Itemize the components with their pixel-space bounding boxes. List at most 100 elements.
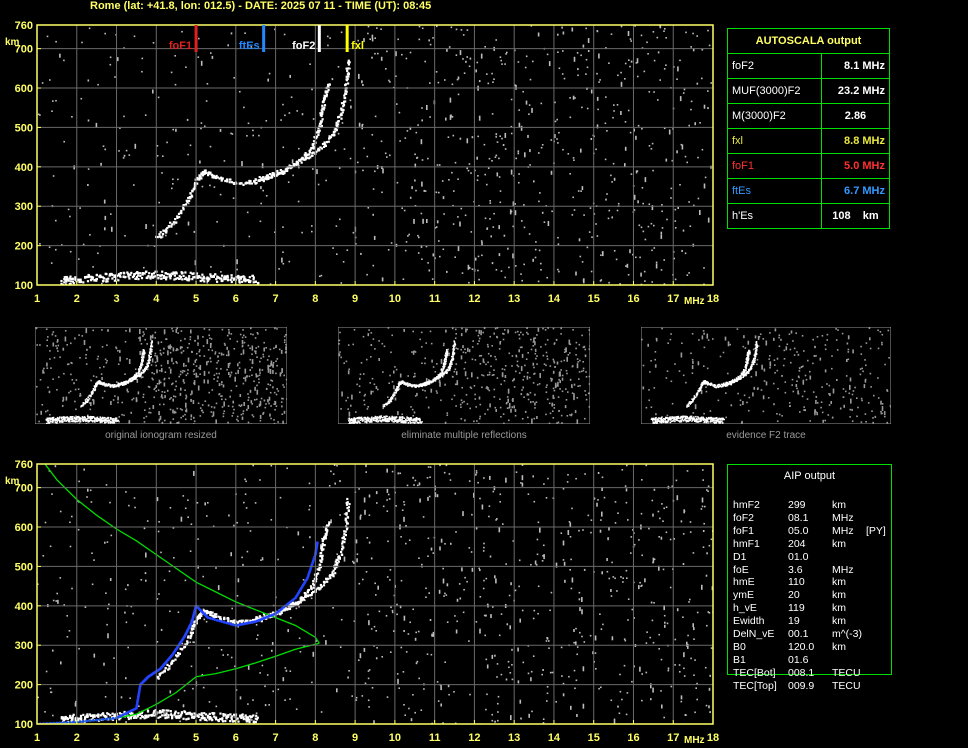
noise-dot bbox=[413, 218, 415, 224]
noise-dot bbox=[403, 501, 405, 503]
noise-dot bbox=[681, 249, 683, 252]
noise-dot bbox=[429, 476, 431, 478]
noise-dot bbox=[613, 177, 616, 181]
noise-dot bbox=[557, 33, 559, 36]
noise-dot bbox=[180, 516, 183, 522]
noise-dot bbox=[240, 404, 243, 407]
noise-dot bbox=[619, 690, 622, 693]
noise-dot bbox=[585, 376, 588, 378]
noise-dot bbox=[381, 191, 383, 194]
noise-dot bbox=[250, 400, 253, 404]
noise-dot bbox=[661, 503, 663, 505]
noise-dot bbox=[86, 496, 88, 498]
noise-dot bbox=[155, 364, 157, 367]
noise-dot bbox=[215, 372, 218, 375]
noise-dot bbox=[511, 664, 513, 666]
noise-dot bbox=[657, 51, 660, 54]
noise-dot bbox=[459, 597, 462, 600]
noise-dot bbox=[563, 351, 566, 353]
noise-dot bbox=[244, 493, 247, 495]
trace-point bbox=[62, 421, 64, 423]
noise-dot bbox=[102, 145, 105, 147]
noise-dot bbox=[39, 243, 41, 245]
noise-dot bbox=[470, 172, 472, 174]
noise-dot bbox=[371, 56, 373, 59]
noise-dot bbox=[440, 538, 443, 543]
noise-dot bbox=[156, 641, 159, 643]
noise-dot bbox=[522, 661, 525, 664]
noise-dot bbox=[67, 208, 70, 211]
noise-dot bbox=[448, 46, 451, 48]
trace-point bbox=[145, 366, 147, 368]
noise-dot bbox=[386, 510, 389, 512]
noise-dot bbox=[192, 687, 194, 690]
trace-point bbox=[203, 277, 206, 280]
noise-dot bbox=[457, 348, 459, 350]
noise-dot bbox=[249, 369, 251, 372]
noise-dot bbox=[627, 598, 630, 600]
noise-dot bbox=[109, 501, 111, 504]
trace-point bbox=[310, 593, 313, 597]
noise-dot bbox=[189, 641, 191, 644]
trace-point bbox=[69, 714, 72, 717]
noise-dot bbox=[477, 255, 480, 258]
trace-point bbox=[282, 170, 285, 173]
noise-dot bbox=[179, 408, 182, 410]
noise-dot bbox=[266, 674, 269, 676]
noise-dot bbox=[532, 655, 535, 657]
noise-dot bbox=[55, 248, 57, 251]
noise-dot bbox=[231, 607, 233, 610]
noise-dot bbox=[477, 481, 479, 484]
noise-dot bbox=[388, 382, 390, 384]
noise-dot bbox=[644, 238, 647, 241]
noise-dot bbox=[194, 339, 196, 342]
noise-dot bbox=[373, 235, 376, 240]
noise-dot bbox=[220, 383, 223, 386]
noise-dot bbox=[228, 514, 230, 517]
noise-dot bbox=[113, 657, 115, 659]
trace-point bbox=[72, 282, 75, 285]
trace-point bbox=[197, 715, 200, 718]
noise-dot bbox=[502, 338, 505, 341]
noise-dot bbox=[692, 552, 695, 554]
trace-point bbox=[215, 716, 218, 719]
noise-dot bbox=[172, 330, 174, 332]
noise-dot bbox=[180, 370, 182, 373]
trace-point bbox=[79, 417, 82, 419]
noise-dot bbox=[466, 138, 469, 144]
trace-point bbox=[320, 124, 323, 128]
noise-dot bbox=[442, 196, 445, 200]
trace-point bbox=[184, 711, 187, 714]
noise-dot bbox=[319, 275, 321, 278]
noise-dot bbox=[448, 352, 450, 355]
noise-dot bbox=[500, 59, 502, 62]
trace-point bbox=[185, 278, 188, 281]
noise-dot bbox=[297, 200, 300, 203]
trace-point bbox=[331, 134, 334, 137]
noise-dot bbox=[193, 373, 196, 375]
noise-dot bbox=[448, 693, 450, 696]
noise-dot bbox=[210, 360, 212, 363]
trace-point bbox=[213, 715, 216, 718]
noise-dot bbox=[204, 400, 207, 402]
noise-dot bbox=[88, 423, 90, 424]
noise-dot bbox=[226, 368, 228, 371]
noise-dot bbox=[655, 263, 658, 269]
trace-point bbox=[175, 271, 178, 274]
trace-point bbox=[140, 367, 142, 369]
noise-dot bbox=[476, 179, 479, 181]
noise-dot bbox=[52, 100, 54, 102]
noise-dot bbox=[531, 107, 533, 113]
noise-dot bbox=[262, 353, 264, 356]
noise-dot bbox=[209, 184, 211, 187]
noise-dot bbox=[142, 335, 144, 337]
noise-dot bbox=[664, 28, 666, 30]
trace-point bbox=[158, 233, 161, 236]
noise-dot bbox=[625, 488, 628, 492]
noise-dot bbox=[346, 249, 349, 251]
noise-dot bbox=[419, 498, 421, 503]
noise-dot bbox=[110, 401, 112, 405]
noise-dot bbox=[403, 630, 405, 632]
noise-dot bbox=[596, 502, 598, 507]
noise-dot bbox=[163, 419, 166, 422]
